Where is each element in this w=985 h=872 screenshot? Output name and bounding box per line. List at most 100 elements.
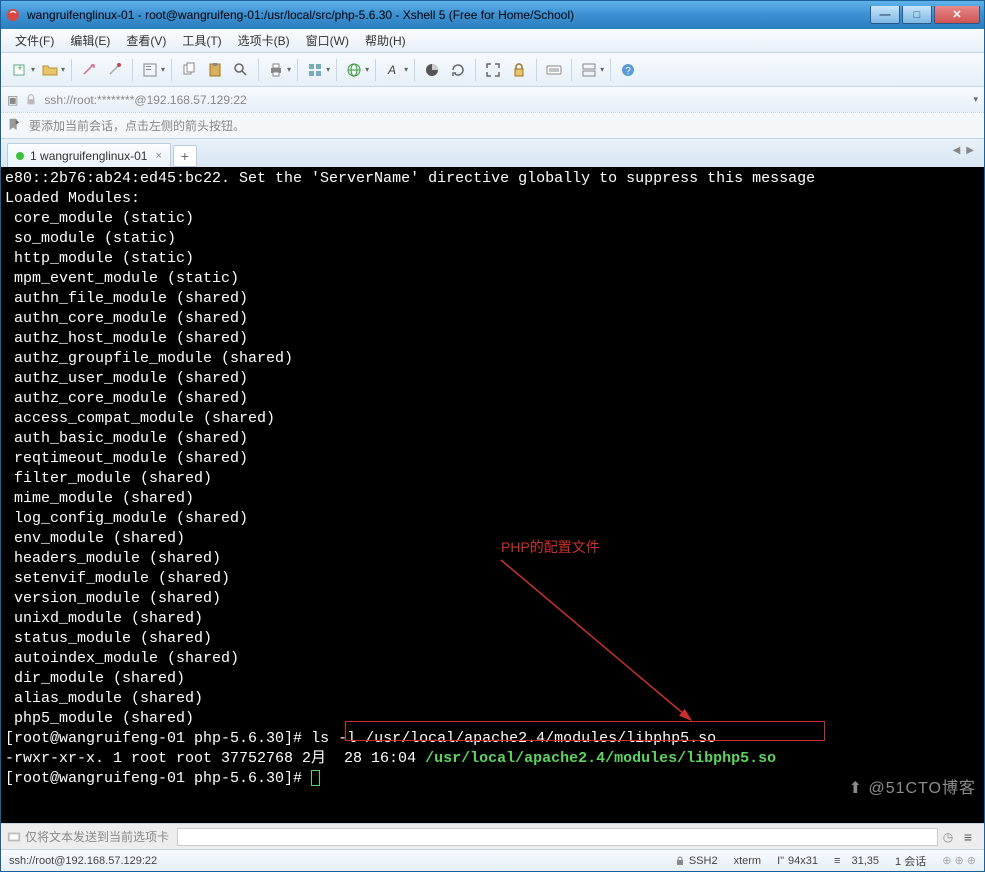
toolbar: +▾ ▾ ▾ ▾ ▾ ▾ A▾ ▾ ? xyxy=(1,53,984,87)
terminal-line: so_module (static) xyxy=(5,229,980,249)
terminal-line: env_module (shared) xyxy=(5,529,980,549)
dropdown-icon[interactable]: ▾ xyxy=(600,65,604,74)
lock-icon[interactable] xyxy=(508,59,530,81)
separator xyxy=(610,59,611,81)
session-tab[interactable]: 1 wangruifenglinux-01 × xyxy=(7,143,171,167)
dropdown-icon[interactable]: ▾ xyxy=(161,65,165,74)
separator xyxy=(171,59,172,81)
find-icon[interactable] xyxy=(230,59,252,81)
terminal[interactable]: e80::2b76:ab24:ed45:bc22. Set the 'Serve… xyxy=(1,167,984,823)
address-dropdown-icon[interactable]: ▾ xyxy=(973,94,978,105)
menu-bar: 文件(F) 编辑(E) 查看(V) 工具(T) 选项卡(B) 窗口(W) 帮助(… xyxy=(1,29,984,53)
address-bar[interactable]: ▣ ssh://root:********@192.168.57.129:22 … xyxy=(1,87,984,113)
annotation-label: PHP的配置文件 xyxy=(501,537,600,557)
close-button[interactable]: ✕ xyxy=(934,6,980,24)
command-text: ls -l /usr/local/apache2.4/modules/libph… xyxy=(311,730,716,747)
terminal-line: filter_module (shared) xyxy=(5,469,980,489)
terminal-line: auth_basic_module (shared) xyxy=(5,429,980,449)
tile-icon[interactable] xyxy=(578,59,600,81)
dropdown-icon[interactable]: ▾ xyxy=(326,65,330,74)
terminal-line: headers_module (shared) xyxy=(5,549,980,569)
menu-help[interactable]: 帮助(H) xyxy=(359,30,412,51)
tab-strip: 1 wangruifenglinux-01 × + ◀ ▶ xyxy=(1,139,984,167)
terminal-line: access_compat_module (shared) xyxy=(5,409,980,429)
new-session-icon[interactable]: + xyxy=(9,59,31,81)
terminal-line: log_config_module (shared) xyxy=(5,509,980,529)
send-menu-icon[interactable]: ≡ xyxy=(958,829,978,845)
bookmark-add-icon[interactable] xyxy=(7,117,21,134)
separator xyxy=(571,59,572,81)
fullscreen-icon[interactable] xyxy=(482,59,504,81)
dropdown-icon[interactable]: ▾ xyxy=(365,65,369,74)
tab-next-icon[interactable]: ▶ xyxy=(966,145,974,156)
add-tab-button[interactable]: + xyxy=(173,145,197,167)
dropdown-icon[interactable]: ▾ xyxy=(287,65,291,74)
keyboard-icon[interactable] xyxy=(543,59,565,81)
tab-index: 1 xyxy=(30,149,37,163)
properties-icon[interactable] xyxy=(139,59,161,81)
status-term: xterm xyxy=(734,855,762,867)
menu-tab[interactable]: 选项卡(B) xyxy=(232,30,296,51)
terminal-line: status_module (shared) xyxy=(5,629,980,649)
maximize-button[interactable]: □ xyxy=(902,6,932,24)
separator xyxy=(336,59,337,81)
send-input[interactable] xyxy=(177,828,938,846)
separator xyxy=(132,59,133,81)
terminal-line: php5_module (shared) xyxy=(5,709,980,729)
copy-icon[interactable] xyxy=(178,59,200,81)
menu-file[interactable]: 文件(F) xyxy=(9,30,60,51)
tab-close-icon[interactable]: × xyxy=(155,150,161,162)
color-icon[interactable] xyxy=(421,59,443,81)
terminal-line: mpm_event_module (static) xyxy=(5,269,980,289)
status-proto: SSH2 xyxy=(675,855,718,867)
dropdown-icon[interactable]: ▾ xyxy=(61,65,65,74)
help-icon[interactable]: ? xyxy=(617,59,639,81)
separator xyxy=(297,59,298,81)
tab-prev-icon[interactable]: ◀ xyxy=(953,145,961,156)
disconnect-icon[interactable] xyxy=(104,59,126,81)
send-target-icon[interactable]: ◷ xyxy=(938,830,958,844)
separator xyxy=(475,59,476,81)
terminal-line: authz_groupfile_module (shared) xyxy=(5,349,980,369)
refresh-icon[interactable] xyxy=(447,59,469,81)
title-bar[interactable]: wangruifenglinux-01 - root@wangruifeng-0… xyxy=(1,1,984,29)
terminal-line: reqtimeout_module (shared) xyxy=(5,449,980,469)
print-icon[interactable] xyxy=(265,59,287,81)
status-pos: ≡ 31,35 xyxy=(834,855,879,867)
separator xyxy=(536,59,537,81)
terminal-line: unixd_module (shared) xyxy=(5,609,980,629)
separator xyxy=(375,59,376,81)
menu-window[interactable]: 窗口(W) xyxy=(300,30,355,51)
terminal-line: authz_host_module (shared) xyxy=(5,329,980,349)
layout-icon[interactable] xyxy=(304,59,326,81)
app-icon xyxy=(5,7,21,23)
globe-icon[interactable] xyxy=(343,59,365,81)
reconnect-icon[interactable] xyxy=(78,59,100,81)
tab-name: wangruifenglinux-01 xyxy=(40,149,147,163)
address-text[interactable]: ssh://root:********@192.168.57.129:22 xyxy=(44,93,973,107)
expand-icon[interactable]: ▣ xyxy=(7,93,18,107)
paste-icon[interactable] xyxy=(204,59,226,81)
menu-view[interactable]: 查看(V) xyxy=(120,30,172,51)
separator xyxy=(258,59,259,81)
dropdown-icon[interactable]: ▾ xyxy=(404,65,408,74)
status-sessions: 1 会话 xyxy=(895,853,926,869)
svg-text:+: + xyxy=(17,63,22,73)
minimize-button[interactable]: — xyxy=(870,6,900,24)
dropdown-icon[interactable]: ▾ xyxy=(31,65,35,74)
terminal-line: mime_module (shared) xyxy=(5,489,980,509)
ls-path: /usr/local/apache2.4/modules/libphp5.so xyxy=(425,750,776,767)
separator xyxy=(71,59,72,81)
hint-bar: 要添加当前会话，点击左侧的箭头按钮。 xyxy=(1,113,984,139)
svg-text:?: ? xyxy=(625,66,631,77)
status-caps: ⊕ ⊕ ⊕ xyxy=(942,854,976,867)
menu-edit[interactable]: 编辑(E) xyxy=(64,30,116,51)
open-icon[interactable] xyxy=(39,59,61,81)
menu-tools[interactable]: 工具(T) xyxy=(176,30,227,51)
lock-small-icon xyxy=(24,93,38,107)
prompt: [root@wangruifeng-01 php-5.6.30]# xyxy=(5,730,311,747)
app-window: wangruifenglinux-01 - root@wangruifeng-0… xyxy=(0,0,985,872)
status-ssh: ssh://root@192.168.57.129:22 xyxy=(9,855,659,867)
font-icon[interactable]: A xyxy=(382,59,404,81)
terminal-line: setenvif_module (shared) xyxy=(5,569,980,589)
